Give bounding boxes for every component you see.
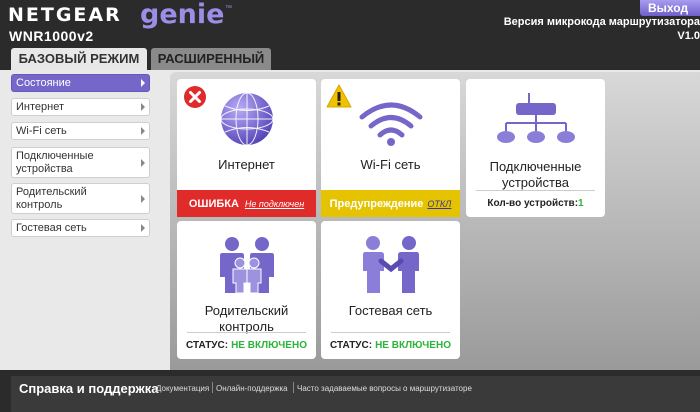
status-label: ОШИБКА — [188, 197, 239, 210]
sidebar-item-parental-control[interactable]: Родительский контроль — [11, 183, 150, 214]
tile-internet[interactable]: Интернет ОШИБКА Не подключен — [177, 79, 316, 217]
tile-title: Интернет — [218, 157, 275, 172]
devices-status-bar: Кол-во устройств: 1 — [466, 190, 605, 217]
chevron-right-icon — [141, 158, 145, 167]
footer-link-faq[interactable]: Часто задаваемые вопросы о маршрутизатор… — [297, 384, 472, 393]
tile-wifi[interactable]: Wi-Fi сеть Предупреждение ОТКЛ — [321, 79, 460, 217]
help-support-title: Справка и поддержка — [19, 381, 159, 396]
divider — [293, 382, 294, 393]
sidebar-item-label: Родительский контроль — [16, 185, 87, 211]
wifi-status-bar: Предупреждение ОТКЛ — [321, 190, 460, 217]
sidebar-item-label: Wi-Fi сеть — [16, 125, 67, 137]
sidebar-item-guest-network[interactable]: Гостевая сеть — [11, 219, 150, 237]
tile-title: Родительский контроль — [204, 303, 289, 334]
status-value: НЕ ВКЛЮЧЕНО — [375, 340, 451, 351]
status-label: СТАТУС: — [186, 340, 229, 351]
tab-basic-mode[interactable]: БАЗОВЫЙ РЕЖИМ — [11, 48, 147, 70]
chevron-right-icon — [141, 127, 145, 135]
tile-parental-control[interactable]: Родительский контроль СТАТУС: НЕ ВКЛЮЧЕН… — [177, 221, 316, 359]
tile-title: Подключенные устройства — [489, 159, 582, 190]
chevron-right-icon — [141, 224, 145, 232]
divider — [212, 382, 213, 393]
guest-status-bar: СТАТУС: НЕ ВКЛЮЧЕНО — [321, 332, 460, 359]
firmware-label: Версия микрокода маршрутизатора — [503, 16, 700, 28]
chevron-right-icon — [141, 194, 145, 203]
warning-icon — [326, 84, 352, 108]
dashboard-panel: Интернет ОШИБКА Не подключен Wi-Fi сеть … — [170, 72, 700, 370]
sidebar-item-label: Интернет — [16, 101, 64, 113]
tile-connected-devices[interactable]: Подключенные устройства Кол-во устройств… — [466, 79, 605, 217]
sidebar-item-label: Состояние — [16, 77, 71, 89]
content-area: Состояние Интернет Wi-Fi сеть Подключенн… — [0, 70, 700, 370]
network-devices-icon — [497, 93, 575, 143]
parental-status-bar: СТАТУС: НЕ ВКЛЮЧЕНО — [177, 332, 316, 359]
status-link[interactable]: Не подключен — [245, 199, 304, 209]
firmware-value: V1.0 — [677, 30, 700, 42]
device-count: 1 — [578, 198, 584, 209]
sidebar-item-internet[interactable]: Интернет — [11, 98, 150, 116]
genie-logo: genie — [140, 0, 225, 30]
status-label: Предупреждение — [329, 197, 424, 210]
netgear-logo: NETGEAR — [8, 4, 122, 26]
sidebar-item-label: Подключенные устройства — [16, 149, 94, 175]
status-value: НЕ ВКЛЮЧЕНО — [231, 340, 307, 351]
error-icon — [184, 86, 206, 108]
wifi-icon — [359, 102, 423, 146]
header: NETGEAR genie ™ WNR1000v2 Выход Версия м… — [0, 0, 700, 48]
footer-link-online-support[interactable]: Онлайн-поддержка — [216, 384, 288, 393]
sidebar-item-status[interactable]: Состояние — [11, 74, 150, 92]
chevron-right-icon — [141, 79, 145, 87]
tab-advanced[interactable]: РАСШИРЕННЫЙ — [151, 48, 271, 70]
router-model: WNR1000v2 — [9, 28, 94, 44]
sidebar-item-wifi[interactable]: Wi-Fi сеть — [11, 122, 150, 140]
globe-icon — [220, 92, 274, 146]
tile-guest-network[interactable]: Гостевая сеть СТАТУС: НЕ ВКЛЮЧЕНО — [321, 221, 460, 359]
tile-title: Гостевая сеть — [348, 303, 433, 318]
sidebar-item-label: Гостевая сеть — [16, 222, 87, 234]
internet-status-bar: ОШИБКА Не подключен — [177, 190, 316, 217]
status-label: Кол-во устройств: — [487, 198, 579, 209]
trademark-mark: ™ — [225, 5, 232, 12]
footer-link-documentation[interactable]: Документация — [156, 384, 209, 393]
footer: Справка и поддержка Документация Онлайн-… — [11, 376, 700, 412]
sidebar-item-connected-devices[interactable]: Подключенные устройства — [11, 147, 150, 178]
chevron-right-icon — [141, 103, 145, 111]
status-link[interactable]: ОТКЛ — [427, 199, 451, 209]
logout-button[interactable]: Выход — [640, 0, 700, 16]
tile-title: Wi-Fi сеть — [360, 157, 421, 172]
status-label: СТАТУС: — [330, 340, 373, 351]
family-icon — [220, 237, 274, 294]
handshake-icon — [363, 236, 419, 293]
